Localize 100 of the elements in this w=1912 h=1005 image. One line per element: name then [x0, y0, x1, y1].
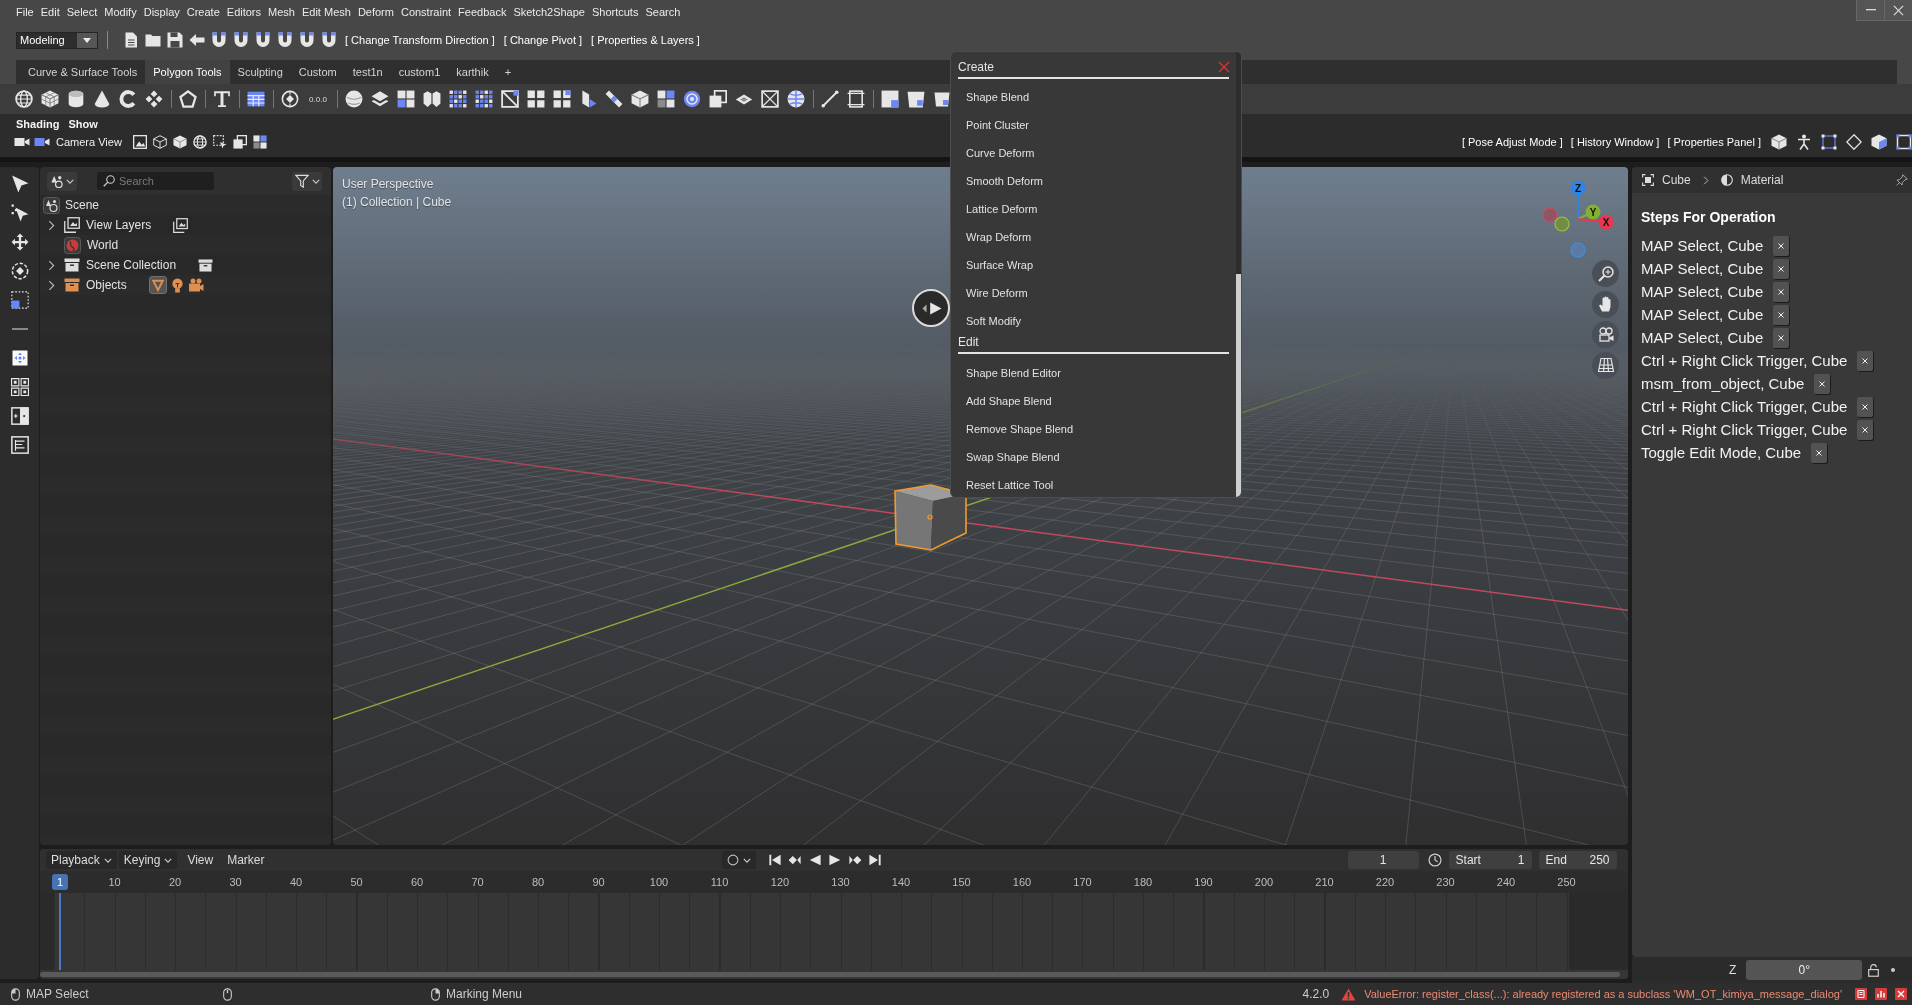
search-field[interactable]: Search — [97, 172, 214, 190]
funnel-icon[interactable] — [294, 174, 309, 188]
back-arrow-icon[interactable] — [189, 32, 205, 48]
globe-icon[interactable] — [15, 90, 33, 108]
breadcrumb-item[interactable]: Cube — [1662, 173, 1691, 187]
add-tab-button[interactable]: + — [496, 60, 520, 84]
move-icon[interactable] — [10, 232, 29, 251]
cursor-icon[interactable] — [10, 174, 29, 193]
menu-item[interactable]: Swap Shape Blend — [958, 443, 1060, 471]
filter-dropdown[interactable] — [292, 171, 322, 191]
scrollbar-thumb[interactable] — [1236, 274, 1241, 497]
ring-icon[interactable] — [119, 90, 137, 108]
folder-icon[interactable] — [145, 32, 161, 48]
mesh-sphere-icon[interactable] — [787, 90, 805, 108]
breadcrumb-item[interactable]: Material — [1740, 173, 1784, 187]
remove-step-button[interactable] — [1811, 442, 1828, 463]
shields-icon[interactable] — [423, 90, 441, 108]
cup-icon[interactable] — [907, 90, 925, 108]
remove-step-button[interactable] — [1773, 304, 1790, 325]
menu-item[interactable]: Smooth Deform — [958, 167, 1044, 195]
toolbar-button[interactable]: [ Properties & Layers ] — [591, 34, 700, 46]
menu-item[interactable]: Deform — [357, 6, 394, 18]
person-icon[interactable] — [1796, 134, 1812, 150]
timeline-dropdown[interactable]: Keying — [118, 851, 178, 869]
chevron-right-icon[interactable] — [48, 279, 55, 291]
menu-item[interactable]: Editors — [226, 6, 262, 18]
remove-step-button[interactable] — [1773, 327, 1790, 348]
menu-item[interactable]: Feedback — [458, 6, 507, 18]
table-icon[interactable] — [247, 90, 265, 108]
remove-step-button[interactable] — [1857, 350, 1874, 371]
dot-grid-icon[interactable] — [475, 90, 493, 108]
remove-step-button[interactable] — [1857, 419, 1874, 440]
text-tool-icon[interactable] — [213, 90, 231, 108]
playhead-handle[interactable]: 1 — [52, 874, 68, 890]
rotate-icon[interactable] — [10, 261, 29, 280]
overlapping-squares-icon[interactable] — [709, 90, 727, 108]
menu-item[interactable]: Shape Blend Editor — [958, 359, 1061, 387]
diamond-icon[interactable] — [1846, 134, 1862, 150]
menu-item[interactable]: Shape Blend — [958, 83, 1029, 111]
camera-icon[interactable] — [14, 137, 30, 147]
cube-icon[interactable] — [172, 135, 187, 149]
pin-icon[interactable] — [1896, 174, 1908, 186]
magnet-icon[interactable] — [233, 32, 249, 48]
toolbar-button[interactable]: [ Change Transform Direction ] — [345, 34, 495, 46]
panel-toggle-button[interactable]: [ Pose Adjust Mode ] — [1461, 136, 1563, 148]
display-mode-dropdown[interactable] — [47, 171, 77, 191]
dot-grid-icon[interactable] — [449, 90, 467, 108]
dash-icon[interactable] — [10, 327, 29, 330]
end-frame-field[interactable]: End 250 — [1538, 851, 1617, 869]
shelf-tab[interactable]: Custom — [290, 60, 345, 84]
axis-handle[interactable] — [1570, 180, 1586, 196]
menu-item[interactable]: File — [16, 6, 34, 18]
scrollbar[interactable] — [1236, 52, 1241, 497]
workspace-dropdown[interactable]: Modeling — [16, 31, 98, 49]
grid-icon[interactable] — [10, 377, 29, 396]
box-icon[interactable] — [198, 258, 214, 272]
square-icon[interactable] — [881, 90, 899, 108]
chevron-right-icon[interactable] — [48, 219, 55, 231]
caret-icon[interactable] — [77, 32, 97, 48]
menu-item[interactable]: Soft Modify — [958, 307, 1022, 335]
magnet-icon[interactable] — [299, 32, 315, 48]
menu-item[interactable]: Edit — [40, 6, 60, 18]
target-icon[interactable] — [683, 90, 701, 108]
axis-handle[interactable] — [1598, 214, 1614, 230]
cup-icon[interactable] — [934, 91, 950, 107]
menu-item[interactable]: Modify — [104, 6, 137, 18]
line-segment-icon[interactable] — [821, 90, 839, 108]
menu-item[interactable]: Search — [645, 6, 681, 18]
menu-item[interactable]: Surface Wrap — [958, 251, 1034, 279]
axis-handle[interactable] — [1585, 204, 1601, 220]
start-frame-field[interactable]: Start 1 — [1448, 851, 1532, 869]
bar-chart-icon[interactable] — [1875, 988, 1887, 1000]
menu-item[interactable]: Constraint — [400, 6, 452, 18]
timeline-dropdown[interactable]: Playback — [46, 851, 117, 869]
overlapping-squares-icon[interactable] — [232, 135, 247, 149]
new-file-icon[interactable] — [123, 32, 139, 48]
corner-frame-icon[interactable] — [1821, 134, 1837, 150]
split-view-icon[interactable] — [10, 406, 29, 425]
bent-plane-icon[interactable] — [579, 90, 597, 108]
record-button[interactable] — [721, 851, 756, 869]
box-select-icon[interactable] — [10, 290, 29, 309]
list-icon[interactable] — [10, 435, 29, 454]
move-tile-icon[interactable] — [10, 349, 29, 366]
scrollbar[interactable] — [40, 972, 1620, 977]
layers-icon[interactable] — [173, 217, 189, 233]
menu-item[interactable]: Curve Deform — [958, 139, 1035, 167]
shelf-tab[interactable]: Curve & Surface Tools — [20, 60, 146, 84]
cube-icon[interactable] — [1871, 134, 1887, 150]
cube-icon[interactable] — [1771, 134, 1787, 150]
frame-field[interactable]: 1 — [1347, 851, 1419, 869]
dot-icon[interactable] — [1891, 968, 1896, 972]
triangle-icon[interactable] — [148, 276, 167, 294]
shelf-tab[interactable]: Polygon Tools — [145, 60, 230, 84]
toolbar-button[interactable]: [ Change Pivot ] — [503, 34, 583, 46]
camera-view-button[interactable]: Camera View — [56, 136, 122, 148]
outliner-item[interactable]: Objects — [86, 278, 127, 292]
shelf-tab[interactable]: karthik — [448, 60, 497, 84]
scene-icon[interactable] — [50, 174, 63, 188]
magnet-icon[interactable] — [255, 32, 271, 48]
sphere-icon[interactable] — [345, 90, 363, 108]
